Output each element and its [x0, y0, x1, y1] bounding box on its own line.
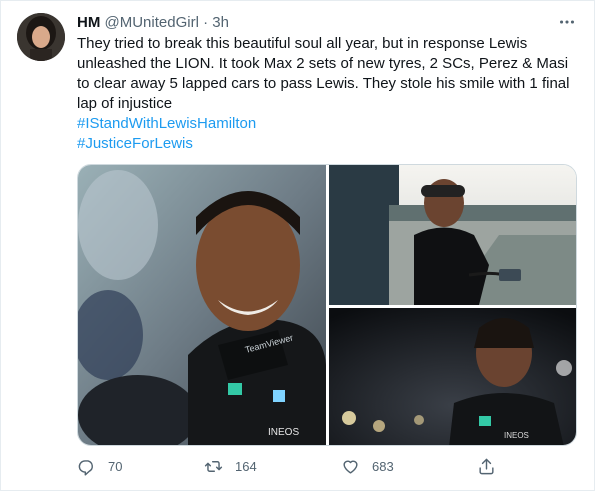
tweet-text: They tried to break this beautiful soul … [77, 34, 577, 154]
like-count: 683 [372, 459, 394, 474]
reply-icon [78, 460, 93, 476]
photo-3[interactable]: INEOS [329, 308, 576, 445]
photo-1[interactable]: TeamViewer INEOS [78, 165, 326, 445]
handle[interactable]: @MUnitedGirl [105, 14, 199, 31]
more-options-icon[interactable] [556, 11, 578, 33]
svg-text:INEOS: INEOS [504, 431, 529, 440]
reply-count: 70 [108, 459, 123, 474]
reply-button[interactable]: 70 [77, 457, 122, 476]
timestamp[interactable]: 3h [212, 14, 229, 31]
retweet-button[interactable]: 164 [204, 457, 257, 476]
retweet-icon [204, 461, 223, 472]
dot-separator: · [203, 14, 209, 31]
display-name[interactable]: HM [77, 14, 100, 31]
like-button[interactable]: 683 [341, 457, 394, 476]
tweet-body: They tried to break this beautiful soul … [77, 35, 570, 112]
svg-text:INEOS: INEOS [268, 427, 299, 438]
retweet-count: 164 [235, 459, 257, 474]
share-button[interactable] [477, 457, 508, 476]
tweet-actions: 70 164 683 [77, 457, 507, 479]
hashtag-link[interactable]: #JusticeForLewis [77, 134, 577, 154]
tweet-header: HM @MUnitedGirl · 3h [77, 13, 229, 33]
photo-2[interactable] [329, 165, 576, 305]
share-icon [479, 458, 494, 475]
avatar[interactable] [17, 13, 65, 61]
photo-grid: TeamViewer INEOS INEOS [77, 164, 577, 446]
like-icon [343, 460, 358, 474]
hashtag-link[interactable]: #IStandWithLewisHamilton [77, 114, 577, 134]
tweet-card[interactable]: HM @MUnitedGirl · 3h They tried to break… [0, 0, 595, 491]
